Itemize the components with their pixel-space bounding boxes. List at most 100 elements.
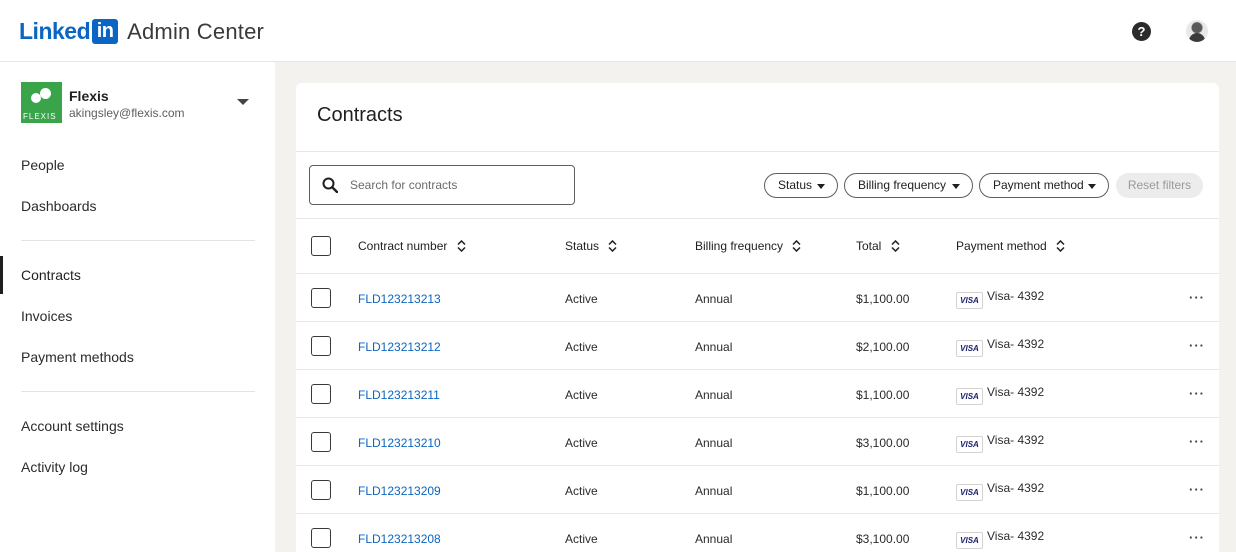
org-email: akingsley@flexis.com: [69, 106, 185, 120]
payment-method-text: Visa- 4392: [987, 433, 1045, 447]
billing-frequency-cell: Annual: [695, 340, 733, 354]
more-options-icon[interactable]: ···: [1189, 386, 1205, 401]
select-all-checkbox[interactable]: [311, 236, 331, 256]
status-cell: Active: [565, 532, 598, 546]
payment-method-cell: VISA Visa- 4392: [956, 337, 1044, 357]
total-cell: $3,100.00: [856, 532, 910, 546]
contract-number-link[interactable]: FLD123213208: [358, 532, 441, 546]
column-header-label: Contract number: [358, 239, 448, 253]
contract-number-link[interactable]: FLD123213213: [358, 292, 441, 306]
contract-number-link[interactable]: FLD123213209: [358, 484, 441, 498]
page-title: Contracts: [317, 104, 403, 126]
visa-card-icon: VISA: [956, 484, 983, 501]
chevron-down-icon: [237, 99, 249, 105]
more-options-icon[interactable]: ···: [1189, 530, 1205, 545]
row-checkbox[interactable]: [311, 288, 331, 308]
column-header-label: Payment method: [956, 239, 1047, 253]
contract-number-link[interactable]: FLD123213210: [358, 436, 441, 450]
sort-icon: [608, 240, 617, 252]
sidebar-item-activity-log[interactable]: Activity log: [0, 453, 275, 481]
sidebar-divider: [21, 240, 255, 241]
column-header-label: Total: [856, 239, 882, 253]
payment-method-cell: VISA Visa- 4392: [956, 481, 1044, 501]
reset-filters-button[interactable]: Reset filters: [1116, 173, 1203, 198]
more-options-icon[interactable]: ···: [1189, 338, 1205, 353]
logo-in-box: in: [92, 19, 119, 44]
status-cell: Active: [565, 436, 598, 450]
column-header-total[interactable]: Total: [856, 239, 900, 253]
sidebar-item-people[interactable]: People: [0, 151, 275, 179]
sidebar-item-dashboards[interactable]: Dashboards: [0, 192, 275, 220]
payment-method-text: Visa- 4392: [987, 385, 1045, 399]
sort-icon: [891, 240, 900, 252]
visa-card-icon: VISA: [956, 340, 983, 357]
status-cell: Active: [565, 484, 598, 498]
sidebar-item-contracts[interactable]: Contracts: [0, 256, 275, 294]
billing-frequency-cell: Annual: [695, 436, 733, 450]
payment-method-text: Visa- 4392: [987, 529, 1045, 543]
search-icon: [322, 177, 338, 193]
sidebar-item-payment-methods[interactable]: Payment methods: [0, 343, 275, 371]
billing-frequency-cell: Annual: [695, 532, 733, 546]
row-divider: [296, 417, 1219, 418]
row-checkbox[interactable]: [311, 480, 331, 500]
more-options-icon[interactable]: ···: [1189, 482, 1205, 497]
help-icon[interactable]: ?: [1132, 22, 1151, 41]
caret-down-icon: [1088, 184, 1096, 189]
total-cell: $2,100.00: [856, 340, 910, 354]
header-divider: [296, 273, 1219, 274]
row-checkbox[interactable]: [311, 528, 331, 548]
payment-method-cell: VISA Visa- 4392: [956, 529, 1044, 549]
toolbar-divider: [296, 218, 1219, 219]
sidebar-item-account-settings[interactable]: Account settings: [0, 412, 275, 440]
sidebar: FLEXIS Flexis akingsley@flexis.com Peopl…: [0, 62, 275, 552]
column-header-label: Status: [565, 239, 600, 253]
caret-down-icon: [952, 184, 960, 189]
app-name: Admin Center: [127, 18, 265, 44]
sidebar-item-invoices[interactable]: Invoices: [0, 302, 275, 330]
linkedin-logo[interactable]: Linked in Admin Center: [19, 18, 264, 45]
visa-card-icon: VISA: [956, 436, 983, 453]
filter-status[interactable]: Status: [764, 173, 838, 198]
payment-method-text: Visa- 4392: [987, 337, 1045, 351]
row-checkbox[interactable]: [311, 432, 331, 452]
column-header-billing-frequency[interactable]: Billing frequency: [695, 239, 801, 253]
filter-payment-method-label: Payment method: [993, 178, 1084, 192]
total-cell: $1,100.00: [856, 292, 910, 306]
total-cell: $1,100.00: [856, 388, 910, 402]
more-options-icon[interactable]: ···: [1189, 290, 1205, 305]
column-header-contract-number[interactable]: Contract number: [358, 239, 466, 253]
search-placeholder: Search for contracts: [350, 178, 458, 192]
sort-icon: [457, 240, 466, 252]
row-divider: [296, 321, 1219, 322]
filter-status-label: Status: [778, 178, 813, 192]
org-logo-mark: [31, 88, 51, 103]
org-logo-tag: FLEXIS: [23, 112, 57, 121]
filter-billing-frequency-label: Billing frequency: [858, 178, 947, 192]
filter-billing-frequency[interactable]: Billing frequency: [844, 173, 973, 198]
billing-frequency-cell: Annual: [695, 292, 733, 306]
payment-method-cell: VISA Visa- 4392: [956, 433, 1044, 453]
title-divider: [296, 151, 1219, 152]
row-checkbox[interactable]: [311, 384, 331, 404]
search-input[interactable]: Search for contracts: [309, 165, 575, 205]
column-header-status[interactable]: Status: [565, 239, 617, 253]
contract-number-link[interactable]: FLD123213212: [358, 340, 441, 354]
visa-card-icon: VISA: [956, 532, 983, 549]
column-header-label: Billing frequency: [695, 239, 784, 253]
row-divider: [296, 369, 1219, 370]
more-options-icon[interactable]: ···: [1189, 434, 1205, 449]
avatar[interactable]: [1186, 20, 1208, 42]
filter-payment-method[interactable]: Payment method: [979, 173, 1109, 198]
org-switcher[interactable]: FLEXIS Flexis akingsley@flexis.com: [21, 82, 256, 126]
visa-card-icon: VISA: [956, 292, 983, 309]
status-cell: Active: [565, 340, 598, 354]
row-checkbox[interactable]: [311, 336, 331, 356]
org-name: Flexis: [69, 88, 109, 104]
visa-card-icon: VISA: [956, 388, 983, 405]
payment-method-text: Visa- 4392: [987, 481, 1045, 495]
column-header-payment-method[interactable]: Payment method: [956, 239, 1065, 253]
contract-number-link[interactable]: FLD123213211: [358, 388, 440, 402]
org-logo: FLEXIS: [21, 82, 62, 123]
sidebar-divider: [21, 391, 255, 392]
